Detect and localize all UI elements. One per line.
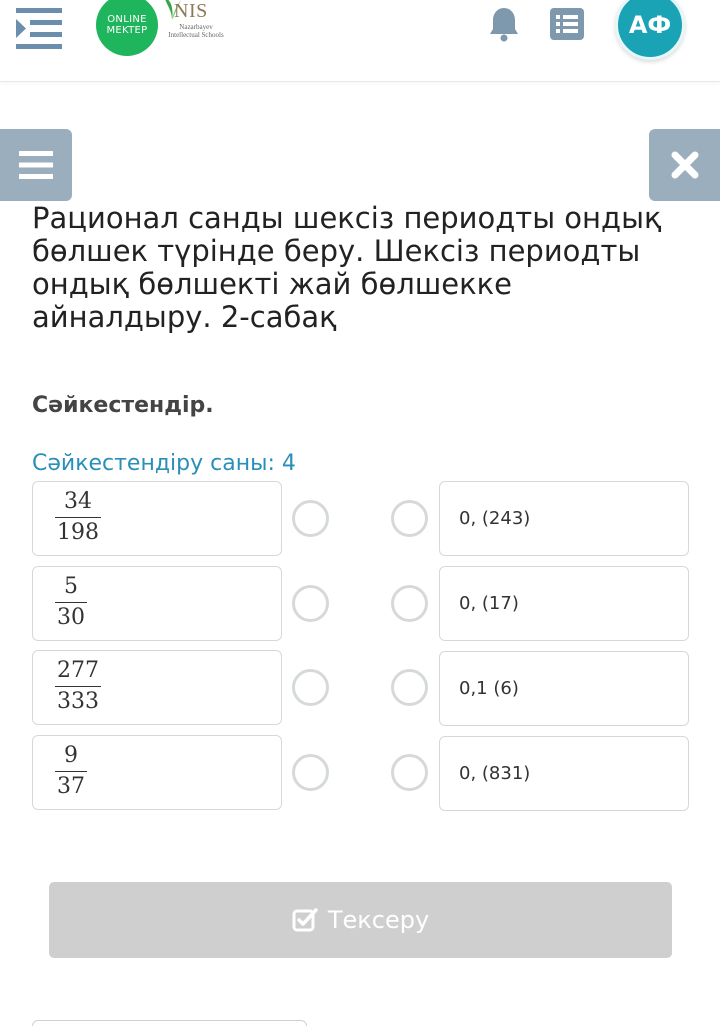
nis-logo-text: NIS: [174, 0, 208, 22]
match-right-item[interactable]: 0, (243): [439, 481, 689, 556]
lesson-title: Рационал санды шексіз периодты ондық бөл…: [32, 201, 662, 334]
fraction-bar: [55, 517, 101, 518]
next-card-partial: [32, 1020, 307, 1026]
fraction-bar: [55, 771, 87, 772]
right-connector-radio[interactable]: [391, 669, 428, 706]
fraction-numerator: 9: [64, 743, 78, 768]
check-button-label: Тексеру: [327, 906, 430, 934]
left-connector-radio[interactable]: [292, 500, 329, 537]
left-connector-radio[interactable]: [292, 669, 329, 706]
match-left-item[interactable]: 34 198: [32, 481, 282, 556]
fraction: 34 198: [55, 488, 101, 547]
match-left-item[interactable]: 5 30: [32, 566, 282, 641]
close-button[interactable]: [649, 129, 720, 201]
fraction-numerator: 5: [64, 574, 78, 599]
logo-mektep-text: MEKTEP: [106, 25, 148, 36]
right-connector-radio[interactable]: [391, 754, 428, 791]
match-right-label: 0, (831): [459, 763, 531, 784]
menu-icon[interactable]: [16, 8, 62, 50]
left-connector-radio[interactable]: [292, 585, 329, 622]
nis-logo: NIS Nazarbayev Intellectual Schools: [162, 0, 232, 56]
fraction-denominator: 333: [57, 689, 99, 714]
close-icon: [671, 151, 698, 179]
match-left-item[interactable]: 277 333: [32, 650, 282, 725]
match-right-item[interactable]: 0,1 (6): [439, 651, 689, 726]
fraction-denominator: 198: [57, 520, 99, 545]
hamburger-icon: [19, 151, 53, 179]
checkbox-check-icon: [292, 908, 318, 932]
list-icon[interactable]: [550, 8, 584, 40]
online-mektep-logo: ONLINE MEKTEP: [96, 0, 158, 56]
right-connector-radio[interactable]: [391, 585, 428, 622]
nis-logo-subtitle: Nazarbayev Intellectual Schools: [168, 23, 224, 39]
fraction-bar: [55, 686, 101, 687]
top-bar: ONLINE MEKTEP NIS Nazarbayev Intellectua…: [0, 0, 720, 82]
match-count: Сәйкестендіру саны: 4: [32, 451, 296, 476]
fraction: 5 30: [55, 573, 87, 632]
side-menu-button[interactable]: [0, 129, 72, 201]
check-button[interactable]: Тексеру: [49, 882, 672, 958]
task-heading: Сәйкестендір.: [32, 393, 214, 418]
match-right-label: 0,1 (6): [459, 678, 519, 699]
match-right-label: 0, (243): [459, 508, 531, 529]
match-left-item[interactable]: 9 37: [32, 735, 282, 810]
avatar[interactable]: АФ: [615, 0, 685, 60]
fraction-denominator: 30: [57, 605, 85, 630]
fraction-bar: [55, 602, 87, 603]
fraction-numerator: 34: [64, 489, 92, 514]
match-right-item[interactable]: 0, (831): [439, 736, 689, 811]
fraction-denominator: 37: [57, 774, 85, 799]
logo-online-text: ONLINE: [107, 14, 147, 25]
fraction-numerator: 277: [57, 658, 99, 683]
match-right-item[interactable]: 0, (17): [439, 566, 689, 641]
fraction: 277 333: [55, 657, 101, 716]
bell-icon[interactable]: [488, 6, 520, 42]
match-right-label: 0, (17): [459, 593, 519, 614]
right-connector-radio[interactable]: [391, 500, 428, 537]
fraction: 9 37: [55, 742, 87, 801]
left-connector-radio[interactable]: [292, 754, 329, 791]
